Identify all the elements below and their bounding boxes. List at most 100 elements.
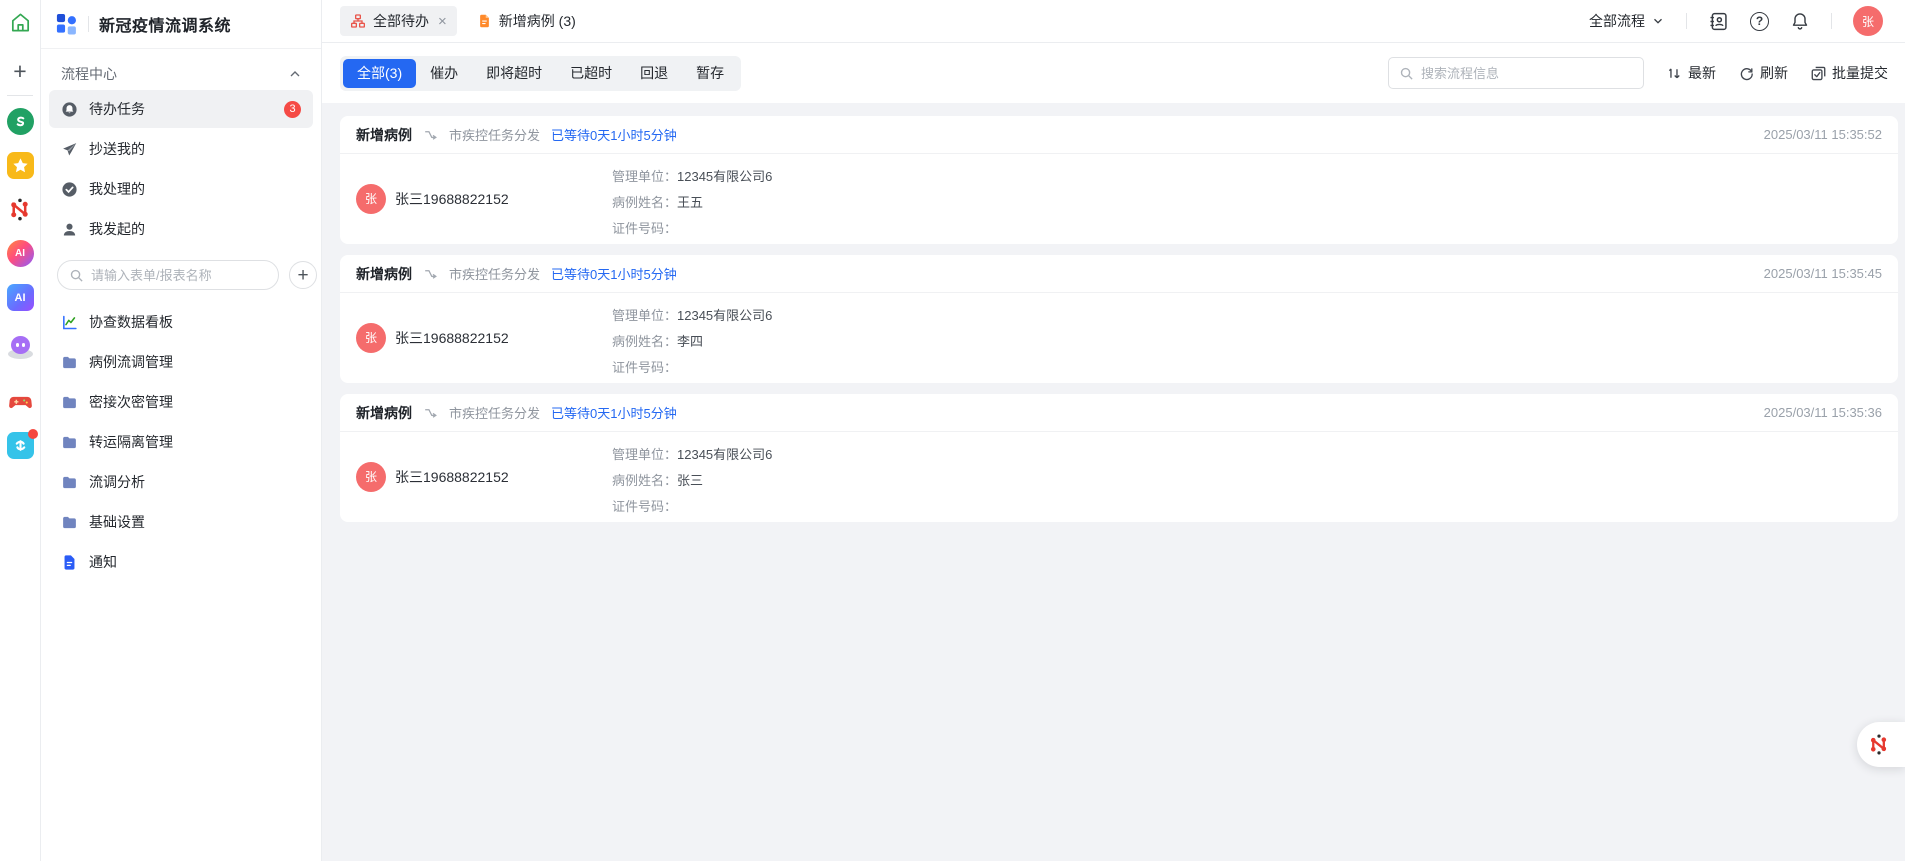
search-icon <box>69 268 84 283</box>
sidebar-item-cc-to-me[interactable]: 抄送我的 <box>49 130 313 168</box>
sidebar-search-input[interactable] <box>57 260 279 290</box>
sidebar-item-label: 协查数据看板 <box>89 312 173 332</box>
card-header: 新增病例 市疾控任务分发 已等待0天1小时5分钟 2025/03/11 15:3… <box>340 394 1898 432</box>
tab-all-todo[interactable]: 全部待办 × <box>340 6 457 36</box>
flow-search-field[interactable] <box>1421 66 1633 81</box>
check-circle-icon <box>61 181 78 198</box>
green-s-app-icon[interactable] <box>7 108 34 135</box>
help-icon[interactable]: ? <box>1750 12 1769 31</box>
initiator-avatar: 张 <box>356 184 386 214</box>
chevron-down-icon <box>1651 14 1665 28</box>
card-title: 新增病例 <box>356 264 412 284</box>
network-app-icon[interactable] <box>7 196 34 223</box>
batch-submit-button[interactable]: 批量提交 <box>1810 63 1888 83</box>
task-card[interactable]: 新增病例 市疾控任务分发 已等待0天1小时5分钟 2025/03/11 15:3… <box>340 394 1898 522</box>
sidebar-item-started-by-me[interactable]: 我发起的 <box>49 210 313 248</box>
initiator-name: 张三19688822152 <box>395 467 509 487</box>
sidebar-item-notice[interactable]: 通知 <box>49 543 313 581</box>
card-body: 张 张三19688822152 管理单位：12345有限公司6 病例姓名：李四 … <box>340 293 1898 382</box>
sidebar-item-assist-dashboard[interactable]: 协查数据看板 <box>49 303 313 341</box>
sidebar-item-basic-settings[interactable]: 基础设置 <box>49 503 313 541</box>
waiting-duration: 已等待0天1小时5分钟 <box>551 264 677 283</box>
app-logo <box>55 12 78 36</box>
document-icon <box>477 13 492 29</box>
sidebar-search-row: + <box>41 249 321 302</box>
assistant-float-button[interactable] <box>1857 722 1905 767</box>
chevron-up-icon[interactable] <box>287 66 303 82</box>
ai-blue-app-icon[interactable]: AI <box>7 284 34 311</box>
card-header: 新增病例 市疾控任务分发 已等待0天1小时5分钟 2025/03/11 15:3… <box>340 255 1898 293</box>
robot-app-icon[interactable] <box>7 334 34 361</box>
flow-search-input[interactable] <box>1388 57 1644 89</box>
add-form-button[interactable]: + <box>289 261 317 289</box>
filter-urge[interactable]: 催办 <box>416 59 472 88</box>
tab-new-case[interactable]: 新增病例 (3) <box>467 6 586 36</box>
flow-node-icon <box>423 266 438 281</box>
header-divider <box>1831 13 1832 29</box>
search-icon <box>1399 66 1414 81</box>
form-search-field[interactable] <box>91 268 267 283</box>
sidebar-item-close-contact[interactable]: 密接次密管理 <box>49 383 313 421</box>
bell-icon[interactable] <box>1790 11 1810 31</box>
card-fields: 管理单位：12345有限公司6 病例姓名：李四 证件号码： <box>612 306 772 377</box>
refresh-button[interactable]: 刷新 <box>1738 63 1788 83</box>
sidebar-item-handled-by-me[interactable]: 我处理的 <box>49 170 313 208</box>
sidebar-header: 新冠疫情流调系统 <box>41 0 321 49</box>
card-title: 新增病例 <box>356 403 412 423</box>
sidebar-item-label: 流调分析 <box>89 472 145 492</box>
user-avatar[interactable]: 张 <box>1853 6 1883 36</box>
card-header: 新增病例 市疾控任务分发 已等待0天1小时5分钟 2025/03/11 15:3… <box>340 116 1898 154</box>
sort-latest-button[interactable]: 最新 <box>1666 63 1716 83</box>
batch-check-icon <box>1810 65 1827 82</box>
field-label: 证件号码： <box>612 219 677 238</box>
chart-icon <box>61 314 78 331</box>
field-label: 管理单位： <box>612 167 677 186</box>
field-value: 12345有限公司6 <box>677 445 772 464</box>
folder-icon <box>61 514 78 531</box>
header-actions: 全部流程 ? 张 <box>1589 6 1883 36</box>
initiator-avatar: 张 <box>356 462 386 492</box>
robot-eye <box>22 343 25 347</box>
task-card[interactable]: 新增病例 市疾控任务分发 已等待0天1小时5分钟 2025/03/11 15:3… <box>340 255 1898 383</box>
sidebar-item-label: 我发起的 <box>89 219 145 239</box>
card-timestamp: 2025/03/11 15:35:36 <box>1764 405 1882 420</box>
home-icon[interactable] <box>7 9 34 36</box>
filter-timed-out[interactable]: 已超时 <box>556 59 626 88</box>
sidebar-item-label: 病例流调管理 <box>89 352 173 372</box>
flow-type-select[interactable]: 全部流程 <box>1589 11 1665 31</box>
field-label: 病例姓名： <box>612 471 677 490</box>
gamepad-app-icon[interactable] <box>7 388 34 415</box>
close-tab-icon[interactable]: × <box>438 14 447 29</box>
filter-about-to-timeout[interactable]: 即将超时 <box>472 59 556 88</box>
sidebar-item-label: 我处理的 <box>89 179 145 199</box>
refresh-icon <box>1738 65 1755 82</box>
waiting-duration: 已等待0天1小时5分钟 <box>551 125 677 144</box>
filter-returned[interactable]: 回退 <box>626 59 682 88</box>
list-toolbar: 全部(3) 催办 即将超时 已超时 回退 暂存 最新 刷新 <box>322 43 1905 103</box>
ai-gradient-app-icon[interactable]: AI <box>7 240 34 267</box>
refresh-label: 刷新 <box>1760 63 1788 83</box>
task-card[interactable]: 新增病例 市疾控任务分发 已等待0天1小时5分钟 2025/03/11 15:3… <box>340 116 1898 244</box>
sidebar-item-todo-tasks[interactable]: 待办任务 3 <box>49 90 313 128</box>
filter-all[interactable]: 全部(3) <box>343 59 416 88</box>
sidebar-item-transfer-quarantine[interactable]: 转运隔离管理 <box>49 423 313 461</box>
card-title: 新增病例 <box>356 125 412 145</box>
flow-select-value: 全部流程 <box>1589 11 1645 31</box>
current-node: 市疾控任务分发 <box>449 403 540 422</box>
task-list: 新增病例 市疾控任务分发 已等待0天1小时5分钟 2025/03/11 15:3… <box>322 103 1905 861</box>
initiator-name: 张三19688822152 <box>395 328 509 348</box>
cyan-app-icon[interactable] <box>7 432 34 459</box>
sidebar-item-investigation-analysis[interactable]: 流调分析 <box>49 463 313 501</box>
filter-draft[interactable]: 暂存 <box>682 59 738 88</box>
sort-label: 最新 <box>1688 63 1716 83</box>
sidebar-item-label: 基础设置 <box>89 512 145 532</box>
star-app-icon[interactable] <box>7 152 34 179</box>
contacts-icon[interactable] <box>1708 11 1729 32</box>
add-app-icon[interactable]: + <box>7 58 34 85</box>
header-divider <box>88 16 89 32</box>
folder-icon <box>61 434 78 451</box>
sidebar-item-case-management[interactable]: 病例流调管理 <box>49 343 313 381</box>
app-dock: + AI AI <box>0 0 41 861</box>
bell-circle-icon <box>61 101 78 118</box>
field-label: 管理单位： <box>612 306 677 325</box>
